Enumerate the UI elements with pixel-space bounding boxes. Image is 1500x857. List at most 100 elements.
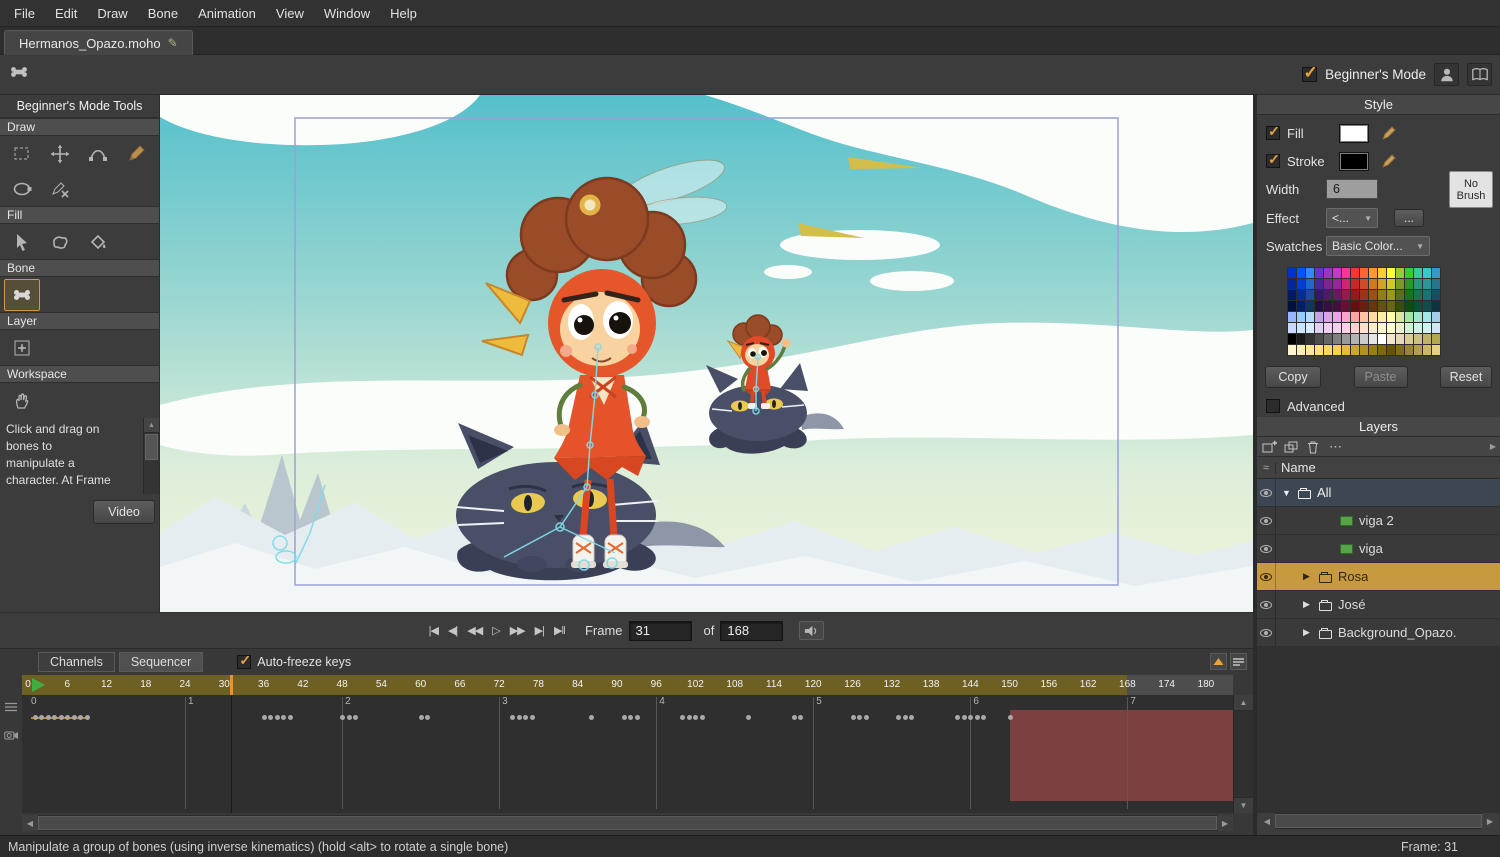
stroke-width-input[interactable]: 6 bbox=[1326, 179, 1378, 199]
palette-swatch[interactable] bbox=[1288, 345, 1296, 355]
palette-swatch[interactable] bbox=[1432, 312, 1440, 322]
keyframe-dot[interactable] bbox=[746, 715, 751, 720]
palette-swatch[interactable] bbox=[1414, 345, 1422, 355]
tab-channels[interactable]: Channels bbox=[38, 652, 115, 672]
palette-swatch[interactable] bbox=[1288, 268, 1296, 278]
fill-color-swatch[interactable] bbox=[1339, 124, 1369, 143]
scroll-up-icon[interactable]: ▲ bbox=[1234, 695, 1253, 711]
keyframe-dot[interactable] bbox=[903, 715, 908, 720]
palette-swatch[interactable] bbox=[1315, 345, 1323, 355]
manipulate-bones-tool[interactable] bbox=[4, 279, 40, 311]
palette-swatch[interactable] bbox=[1423, 312, 1431, 322]
palette-swatch[interactable] bbox=[1378, 334, 1386, 344]
keyframe-dot[interactable] bbox=[968, 715, 973, 720]
palette-swatch[interactable] bbox=[1378, 268, 1386, 278]
palette-swatch[interactable] bbox=[1423, 268, 1431, 278]
palette-swatch[interactable] bbox=[1342, 323, 1350, 333]
palette-swatch[interactable] bbox=[1333, 312, 1341, 322]
palette-swatch[interactable] bbox=[1324, 279, 1332, 289]
palette-swatch[interactable] bbox=[1378, 345, 1386, 355]
user-profile-icon[interactable] bbox=[1434, 63, 1459, 86]
play-start-marker[interactable] bbox=[32, 678, 45, 692]
beginners-mode-checkbox[interactable]: ✓ bbox=[1302, 67, 1317, 82]
delete-layer-icon[interactable] bbox=[1305, 439, 1322, 455]
palette-swatch[interactable] bbox=[1387, 323, 1395, 333]
layer-row-jos-[interactable]: ▶José bbox=[1257, 591, 1500, 619]
keyframe-dot[interactable] bbox=[39, 715, 44, 720]
swatches-dropdown[interactable]: Basic Color... ▼ bbox=[1326, 236, 1430, 256]
transform-layer-tool[interactable] bbox=[3, 332, 41, 364]
palette-swatch[interactable] bbox=[1423, 301, 1431, 311]
palette-swatch[interactable] bbox=[1315, 312, 1323, 322]
palette-swatch[interactable] bbox=[1396, 279, 1404, 289]
pan-hand-tool[interactable] bbox=[3, 385, 41, 417]
palette-swatch[interactable] bbox=[1414, 279, 1422, 289]
palette-swatch[interactable] bbox=[1369, 301, 1377, 311]
palette-swatch[interactable] bbox=[1432, 279, 1440, 289]
scroll-left-icon[interactable]: ◀ bbox=[1259, 813, 1275, 829]
palette-swatch[interactable] bbox=[1423, 290, 1431, 300]
palette-swatch[interactable] bbox=[1369, 323, 1377, 333]
layer-row-background-opazo-[interactable]: ▶Background_Opazo. bbox=[1257, 619, 1500, 647]
timeline-horizontal-scrollbar[interactable]: ◀ ▶ bbox=[22, 815, 1233, 831]
palette-swatch[interactable] bbox=[1306, 323, 1314, 333]
palette-swatch[interactable] bbox=[1324, 334, 1332, 344]
palette-swatch[interactable] bbox=[1360, 334, 1368, 344]
palette-swatch[interactable] bbox=[1297, 334, 1305, 344]
step-forward-button[interactable]: ▶▶ bbox=[510, 624, 525, 637]
palette-swatch[interactable] bbox=[1324, 312, 1332, 322]
palette-swatch[interactable] bbox=[1360, 290, 1368, 300]
keyframe-dot[interactable] bbox=[981, 715, 986, 720]
scroll-thumb[interactable] bbox=[38, 816, 1217, 830]
palette-swatch[interactable] bbox=[1342, 268, 1350, 278]
keyframe-dot[interactable] bbox=[85, 715, 90, 720]
fill-edit-pencil-icon[interactable] bbox=[1381, 125, 1397, 141]
palette-swatch[interactable] bbox=[1342, 290, 1350, 300]
no-brush-button[interactable]: No Brush bbox=[1449, 171, 1493, 208]
palette-swatch[interactable] bbox=[1396, 345, 1404, 355]
palette-swatch[interactable] bbox=[1369, 345, 1377, 355]
palette-swatch[interactable] bbox=[1405, 334, 1413, 344]
palette-swatch[interactable] bbox=[1423, 345, 1431, 355]
stroke-color-swatch[interactable] bbox=[1339, 152, 1369, 171]
more-options-icon[interactable]: ⋯ bbox=[1327, 439, 1344, 455]
keyframe-dot[interactable] bbox=[340, 715, 345, 720]
palette-swatch[interactable] bbox=[1360, 268, 1368, 278]
palette-swatch[interactable] bbox=[1351, 334, 1359, 344]
visibility-cell[interactable] bbox=[1257, 535, 1276, 562]
edit-tab-icon[interactable]: ✎ bbox=[168, 36, 178, 50]
layer-row-rosa[interactable]: ▶Rosa bbox=[1257, 563, 1500, 591]
keyframe-dot[interactable] bbox=[347, 715, 352, 720]
visibility-cell[interactable] bbox=[1257, 563, 1276, 590]
copy-button[interactable]: Copy bbox=[1265, 366, 1321, 388]
layer-row-viga-2[interactable]: viga 2 bbox=[1257, 507, 1500, 535]
palette-swatch[interactable] bbox=[1405, 345, 1413, 355]
keyframe-dot[interactable] bbox=[52, 715, 57, 720]
palette-swatch[interactable] bbox=[1414, 290, 1422, 300]
palette-swatch[interactable] bbox=[1414, 312, 1422, 322]
keyframe-dot[interactable] bbox=[419, 715, 424, 720]
palette-swatch[interactable] bbox=[1333, 301, 1341, 311]
visibility-cell[interactable] bbox=[1257, 507, 1276, 534]
palette-swatch[interactable] bbox=[1405, 290, 1413, 300]
keyframe-dot[interactable] bbox=[530, 715, 535, 720]
palette-swatch[interactable] bbox=[1369, 334, 1377, 344]
palette-swatch[interactable] bbox=[1351, 290, 1359, 300]
palette-swatch[interactable] bbox=[1297, 279, 1305, 289]
palette-swatch[interactable] bbox=[1369, 268, 1377, 278]
palette-swatch[interactable] bbox=[1378, 290, 1386, 300]
keyframe-dot[interactable] bbox=[589, 715, 594, 720]
palette-swatch[interactable] bbox=[1342, 334, 1350, 344]
keyframe-dot[interactable] bbox=[65, 715, 70, 720]
palette-swatch[interactable] bbox=[1324, 345, 1332, 355]
keyframe-dot[interactable] bbox=[909, 715, 914, 720]
end-frame-input[interactable]: 168 bbox=[720, 621, 783, 641]
palette-swatch[interactable] bbox=[1432, 301, 1440, 311]
palette-swatch[interactable] bbox=[1297, 268, 1305, 278]
keyframe-dot[interactable] bbox=[851, 715, 856, 720]
palette-swatch[interactable] bbox=[1288, 290, 1296, 300]
palette-swatch[interactable] bbox=[1315, 279, 1323, 289]
scroll-thumb[interactable] bbox=[145, 434, 158, 460]
palette-swatch[interactable] bbox=[1378, 323, 1386, 333]
previous-keyframe-button[interactable]: ◀| bbox=[448, 624, 457, 637]
